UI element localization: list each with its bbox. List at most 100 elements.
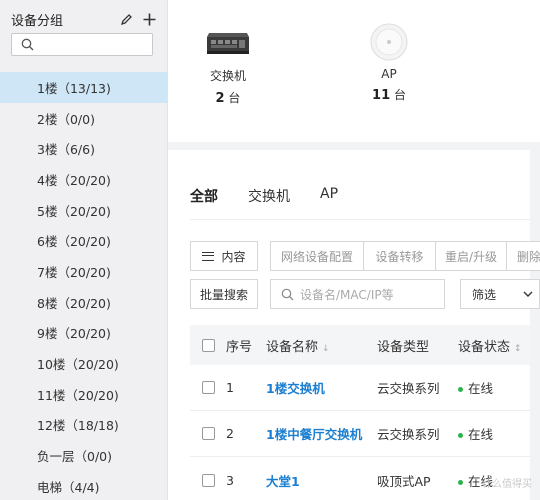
- row-checkbox[interactable]: [201, 427, 215, 440]
- table-row: 1 1楼交换机 云交换系列 在线: [190, 365, 530, 411]
- switch-count-value: 2: [215, 91, 225, 106]
- sidebar-item-label: 电梯（4/4): [37, 479, 100, 495]
- device-name-link[interactable]: 1楼中餐厅交换机: [266, 427, 362, 442]
- row-no: 2: [226, 426, 234, 441]
- switch-count-unit: 台: [228, 91, 241, 105]
- tab-switch[interactable]: 交换机: [248, 186, 290, 206]
- sidebar-title: 设备分组: [11, 13, 64, 29]
- sidebar-item-8f[interactable]: 8楼（20/20): [0, 287, 168, 318]
- sidebar-item-2f[interactable]: 2楼（0/0): [0, 103, 168, 134]
- sidebar-item-label: 5楼（20/20): [37, 203, 111, 219]
- watermark: 什么值得买: [482, 479, 532, 490]
- tabs-divider: [190, 219, 530, 220]
- select-all-checkbox[interactable]: [201, 338, 215, 352]
- row-name: 大堂1: [266, 471, 377, 490]
- row-name: 1楼中餐厅交换机: [266, 424, 377, 443]
- row-type: 吸顶式AP: [377, 473, 431, 489]
- device-search-input[interactable]: 设备名/MAC/IP等: [270, 279, 445, 309]
- row-checkbox-cell: [190, 473, 226, 487]
- search-placeholder: 设备名/MAC/IP等: [300, 287, 394, 302]
- switch-label: 交换机: [209, 69, 246, 83]
- header-checkbox-cell: [190, 338, 226, 352]
- header-no: 序号: [226, 339, 253, 355]
- sidebar-item-label: 1楼（13/13): [37, 80, 111, 96]
- sidebar-item-label: 11楼（20/20): [37, 387, 119, 403]
- filter-dropdown[interactable]: 筛选: [460, 279, 540, 309]
- row-type: 云交换系列: [377, 381, 440, 396]
- switch-count: 2 台: [183, 89, 273, 106]
- sidebar-item-label: 7楼（20/20): [37, 264, 111, 280]
- table-header: 序号 设备名称 ↓ 设备类型 设备状态 ↕: [190, 325, 530, 365]
- sidebar-item-12f[interactable]: 12楼（18/18): [0, 410, 168, 441]
- search-icon: [281, 288, 294, 300]
- table-row: 2 1楼中餐厅交换机 云交换系列 在线: [190, 411, 530, 457]
- content-menu-button[interactable]: 内容: [190, 241, 258, 271]
- sidebar-item-label: 10楼（20/20): [37, 357, 119, 373]
- ap-icon: [344, 18, 434, 66]
- device-list-panel: 全部 交换机 AP 内容 网络设备配置 设备转移 重启/升级 删除 批量搜索 设…: [168, 150, 540, 500]
- online-dot-icon: [458, 479, 463, 485]
- ap-stat[interactable]: AP 11 台: [344, 18, 434, 103]
- sort-icon: ↓: [322, 343, 330, 354]
- sidebar-item-6f[interactable]: 6楼（20/20): [0, 225, 168, 256]
- online-dot-icon: [458, 433, 463, 438]
- device-table: 序号 设备名称 ↓ 设备类型 设备状态 ↕ 1 1楼交换机 云交换系列 在线 2 1…: [190, 325, 530, 500]
- sidebar-item-10f[interactable]: 10楼（20/20): [0, 348, 168, 379]
- sidebar-item-7f[interactable]: 7楼（20/20): [0, 256, 168, 287]
- row-status: 在线: [458, 378, 530, 397]
- device-name-link[interactable]: 大堂1: [266, 474, 300, 489]
- row-status: 在线: [458, 424, 530, 443]
- action-toolbar: 内容 网络设备配置 设备转移 重启/升级 删除: [190, 241, 540, 271]
- header-type: 设备类型: [377, 339, 430, 355]
- sidebar-item-label: 4楼（20/20): [37, 172, 111, 188]
- sidebar-header: 设备分组: [11, 9, 156, 29]
- restart-upgrade-button[interactable]: 重启/升级: [435, 241, 506, 271]
- row-no: 3: [226, 472, 234, 488]
- sidebar-item-label: 6楼（20/20): [37, 234, 111, 250]
- row-checkbox[interactable]: [201, 381, 215, 394]
- header-status[interactable]: 设备状态 ↕: [458, 336, 530, 355]
- sidebar-item-label: 负一层（0/0): [37, 449, 112, 465]
- device-transfer-button[interactable]: 设备转移: [363, 241, 435, 271]
- device-group-sidebar: 设备分组 1楼（13/13) 2楼（0/0) 3楼（6/6) 4楼（20/20)…: [0, 0, 168, 500]
- sidebar-item-3f[interactable]: 3楼（6/6): [0, 133, 168, 164]
- online-dot-icon: [458, 387, 463, 392]
- sidebar-item-label: 2楼（0/0): [37, 111, 95, 127]
- device-stats: 交换机 2 台 AP 11 台: [168, 0, 540, 142]
- ap-count-unit: 台: [393, 88, 406, 102]
- sidebar-actions: [120, 13, 156, 26]
- row-checkbox[interactable]: [201, 473, 215, 487]
- header-name-label: 设备名称: [266, 339, 319, 355]
- ap-count-value: 11: [372, 88, 391, 103]
- main-content: 交换机 2 台 AP 11 台 全部 交换机 AP 内容 网络设备配置 设备转移…: [168, 0, 540, 500]
- header-name[interactable]: 设备名称 ↓: [266, 336, 377, 355]
- bulk-search-button[interactable]: 批量搜索: [190, 279, 258, 309]
- sidebar-item-4f[interactable]: 4楼（20/20): [0, 164, 168, 195]
- ap-label: AP: [381, 67, 397, 81]
- tab-all[interactable]: 全部: [190, 186, 218, 206]
- network-config-button[interactable]: 网络设备配置: [270, 241, 363, 271]
- search-icon: [21, 38, 34, 55]
- status-text: 在线: [468, 381, 494, 396]
- add-icon[interactable]: [143, 13, 156, 26]
- group-search-input[interactable]: [11, 33, 153, 56]
- filter-label: 筛选: [472, 287, 497, 302]
- sidebar-item-label: 12楼（18/18): [37, 418, 119, 434]
- content-menu-label: 内容: [221, 249, 246, 264]
- edit-icon[interactable]: [120, 13, 133, 26]
- sidebar-item-elevator[interactable]: 电梯（4/4): [0, 471, 168, 500]
- menu-icon: [202, 251, 215, 261]
- ap-count: 11 台: [344, 86, 434, 103]
- sidebar-item-9f[interactable]: 9楼（20/20): [0, 318, 168, 349]
- sidebar-item-1f[interactable]: 1楼（13/13): [0, 72, 168, 103]
- switch-stat[interactable]: 交换机 2 台: [183, 18, 273, 106]
- tab-ap[interactable]: AP: [320, 186, 338, 206]
- sidebar-item-11f[interactable]: 11楼（20/20): [0, 379, 168, 410]
- device-name-link[interactable]: 1楼交换机: [266, 381, 325, 396]
- sidebar-item-label: 8楼（20/20): [37, 295, 111, 311]
- chevron-down-icon: [523, 291, 533, 297]
- table-row: 3 大堂1 吸顶式AP 在线: [190, 457, 530, 500]
- sidebar-item-5f[interactable]: 5楼（20/20): [0, 195, 168, 226]
- sidebar-item-b1[interactable]: 负一层（0/0): [0, 440, 168, 471]
- delete-button[interactable]: 删除: [506, 241, 540, 271]
